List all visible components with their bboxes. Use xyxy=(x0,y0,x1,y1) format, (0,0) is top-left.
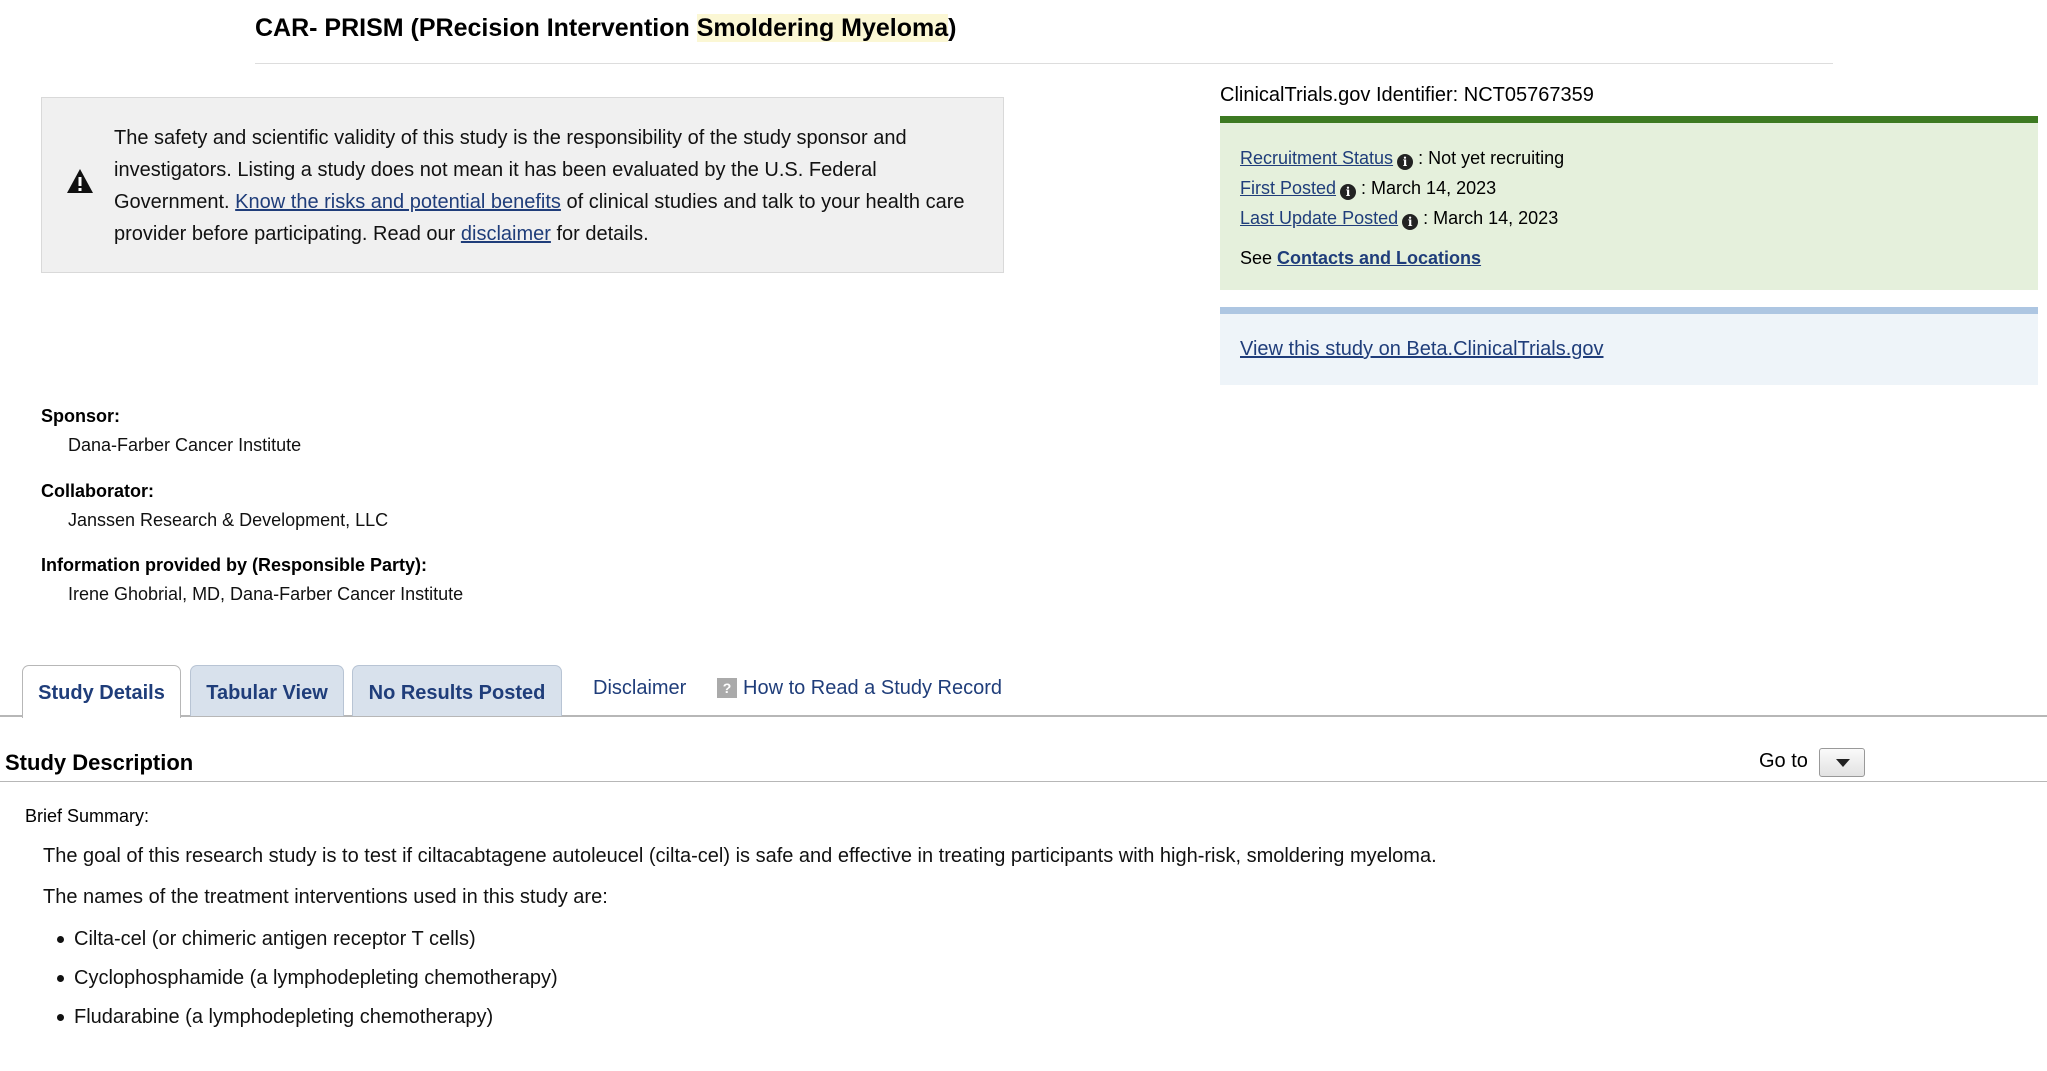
brief-summary-text: The goal of this research study is to te… xyxy=(43,845,1437,867)
last-update-row: Last Update Posted i : March 14, 2023 xyxy=(1240,203,2018,233)
warning-icon xyxy=(67,169,93,193)
goto-label: Go to xyxy=(1759,750,1808,772)
list-item: Cilta-cel (or chimeric antigen receptor … xyxy=(43,926,558,965)
help-icon: ? xyxy=(717,678,737,698)
responsible-party-label: Information provided by (Responsible Par… xyxy=(41,555,428,575)
tab-tabular-view[interactable]: Tabular View xyxy=(190,665,344,716)
info-icon[interactable]: i xyxy=(1397,154,1414,170)
tab-no-results-posted[interactable]: No Results Posted xyxy=(352,665,562,716)
contacts-row: See Contacts and Locations xyxy=(1240,243,2018,273)
disclaimer-notice: The safety and scientific validity of th… xyxy=(41,97,1004,273)
sponsor-section: Sponsor: Dana-Farber Cancer Institute xyxy=(41,404,301,457)
collaborator-section: Collaborator: Janssen Research & Develop… xyxy=(41,479,388,532)
tab-study-details[interactable]: Study Details xyxy=(22,665,181,718)
how-to-read-link[interactable]: ? How to Read a Study Record xyxy=(717,675,1002,701)
recruitment-status-row: Recruitment Status i : Not yet recruiting xyxy=(1240,143,2018,173)
risks-benefits-link[interactable]: Know the risks and potential benefits xyxy=(235,191,561,213)
list-item: Cyclophosphamide (a lymphodepleting chem… xyxy=(43,965,558,1004)
beta-notice-box: View this study on Beta.ClinicalTrials.g… xyxy=(1220,307,2038,385)
page-title: CAR- PRISM (PRecision Intervention Smold… xyxy=(255,14,957,43)
recruitment-status-box: Recruitment Status i : Not yet recruiting… xyxy=(1220,116,2038,290)
interventions-list: Cilta-cel (or chimeric antigen receptor … xyxy=(43,926,558,1043)
identifier-label: ClinicalTrials.gov Identifier: xyxy=(1220,84,1464,106)
first-posted-link[interactable]: First Posted xyxy=(1240,178,1336,198)
chevron-down-icon xyxy=(1836,759,1850,767)
list-item: Fludarabine (a lymphodepleting chemother… xyxy=(43,1004,558,1043)
last-update-link[interactable]: Last Update Posted xyxy=(1240,208,1398,228)
sponsor-label: Sponsor: xyxy=(41,406,120,426)
contacts-locations-link[interactable]: Contacts and Locations xyxy=(1277,248,1481,268)
identifier-value: NCT05767359 xyxy=(1463,84,1594,106)
brief-summary-label: Brief Summary: xyxy=(25,806,150,826)
title-part1: CAR- PRISM (PRecision Intervention xyxy=(255,14,697,42)
interventions-intro: The names of the treatment interventions… xyxy=(43,886,608,908)
responsible-party-section: Information provided by (Responsible Par… xyxy=(41,553,463,606)
goto-dropdown[interactable] xyxy=(1819,748,1865,777)
collaborator-label: Collaborator: xyxy=(41,481,155,501)
study-identifier: ClinicalTrials.gov Identifier: NCT057673… xyxy=(1220,84,1594,107)
info-icon[interactable]: i xyxy=(1340,184,1357,200)
title-part2: ) xyxy=(948,14,957,42)
beta-site-link[interactable]: View this study on Beta.ClinicalTrials.g… xyxy=(1240,338,1604,360)
how-to-read-label: How to Read a Study Record xyxy=(743,677,1003,699)
first-posted-value: : March 14, 2023 xyxy=(1361,178,1497,198)
sponsor-value: Dana-Farber Cancer Institute xyxy=(68,435,302,455)
responsible-party-value: Irene Ghobrial, MD, Dana-Farber Cancer I… xyxy=(68,584,464,604)
tab-disclaimer-link[interactable]: Disclaimer xyxy=(593,675,686,701)
first-posted-row: First Posted i : March 14, 2023 xyxy=(1240,173,2018,203)
title-highlight: Smoldering Myeloma xyxy=(696,14,949,42)
disclaimer-link[interactable]: disclaimer xyxy=(461,223,551,245)
recruitment-status-value: : Not yet recruiting xyxy=(1418,148,1565,168)
collaborator-value: Janssen Research & Development, LLC xyxy=(68,510,389,530)
disclaimer-text: The safety and scientific validity of th… xyxy=(114,122,974,250)
disclaimer-text-part: for details. xyxy=(550,223,649,245)
recruitment-status-link[interactable]: Recruitment Status xyxy=(1240,148,1393,168)
see-prefix: See xyxy=(1240,248,1278,268)
last-update-value: : March 14, 2023 xyxy=(1423,208,1559,228)
study-tabs: Study Details Tabular View No Results Po… xyxy=(0,663,2047,718)
study-description-heading: Study Description xyxy=(5,750,194,775)
title-divider xyxy=(255,63,1833,64)
section-divider xyxy=(0,781,2047,782)
info-icon[interactable]: i xyxy=(1402,214,1419,230)
